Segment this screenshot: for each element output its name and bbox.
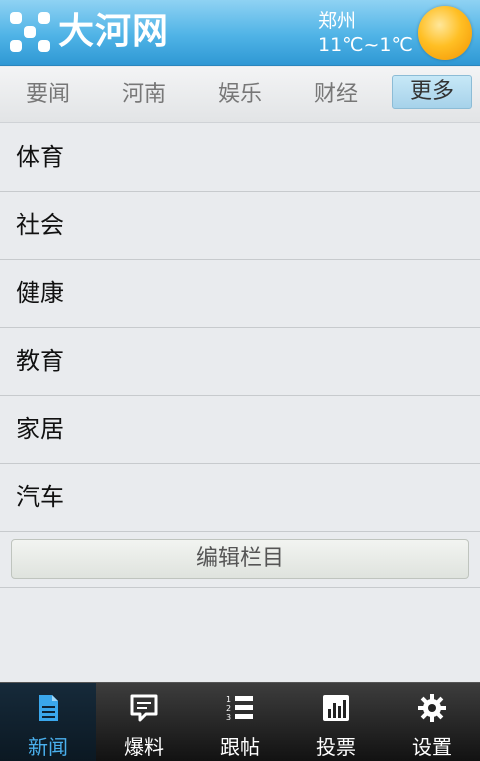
nav-label: 投票 xyxy=(316,735,356,759)
nav-label: 设置 xyxy=(412,735,452,759)
list-item[interactable]: 健康 xyxy=(0,260,480,328)
numbered-list-icon: 1 2 3 xyxy=(226,695,253,722)
list-item[interactable]: 社会 xyxy=(0,192,480,260)
svg-text:1: 1 xyxy=(226,695,231,704)
tab-caijing[interactable]: 财经 xyxy=(296,79,376,111)
tab-more[interactable]: 更多 xyxy=(392,75,472,109)
document-icon xyxy=(39,695,58,721)
sun-icon[interactable] xyxy=(418,6,472,60)
nav-item-news[interactable]: 新闻 xyxy=(0,683,96,761)
nav-item-settings[interactable]: 设置 xyxy=(384,683,480,761)
list-item[interactable]: 家居 xyxy=(0,396,480,464)
nav-label: 跟帖 xyxy=(220,735,260,759)
bottom-nav: 新闻 爆料 1 2 3 跟帖 投票 设置 xyxy=(0,682,480,761)
list-item[interactable]: 汽车 xyxy=(0,464,480,532)
app-header: 大河网 郑州 11℃~1℃ xyxy=(0,0,480,66)
gear-icon xyxy=(418,694,446,722)
list-item[interactable]: 体育 xyxy=(0,124,480,192)
bar-chart-icon xyxy=(323,695,349,721)
nav-item-baoliao[interactable]: 爆料 xyxy=(96,683,192,761)
nav-item-vote[interactable]: 投票 xyxy=(288,683,384,761)
logo-text: 大河网 xyxy=(58,11,170,52)
svg-text:3: 3 xyxy=(226,713,231,722)
weather-city[interactable]: 郑州 xyxy=(318,6,356,33)
speech-bubble-icon xyxy=(130,694,158,722)
nav-label: 爆料 xyxy=(124,735,164,759)
more-category-list: 体育 社会 健康 教育 家居 汽车 xyxy=(0,124,480,532)
edit-columns-row: 编辑栏目 xyxy=(0,532,480,588)
app-logo: 大河网 xyxy=(10,12,169,52)
svg-text:2: 2 xyxy=(226,704,231,713)
tab-yaowen[interactable]: 要闻 xyxy=(8,79,88,111)
nav-item-gentie[interactable]: 1 2 3 跟帖 xyxy=(192,683,288,761)
logo-mark-icon xyxy=(10,12,50,52)
list-item[interactable]: 教育 xyxy=(0,328,480,396)
edit-columns-button[interactable]: 编辑栏目 xyxy=(11,539,469,579)
nav-label: 新闻 xyxy=(28,735,68,759)
tab-henan[interactable]: 河南 xyxy=(104,79,184,111)
weather-temperature[interactable]: 11℃~1℃ xyxy=(318,34,413,56)
tab-yule[interactable]: 娱乐 xyxy=(200,79,280,111)
category-tabs: 要闻 河南 娱乐 财经 更多 xyxy=(0,67,480,123)
